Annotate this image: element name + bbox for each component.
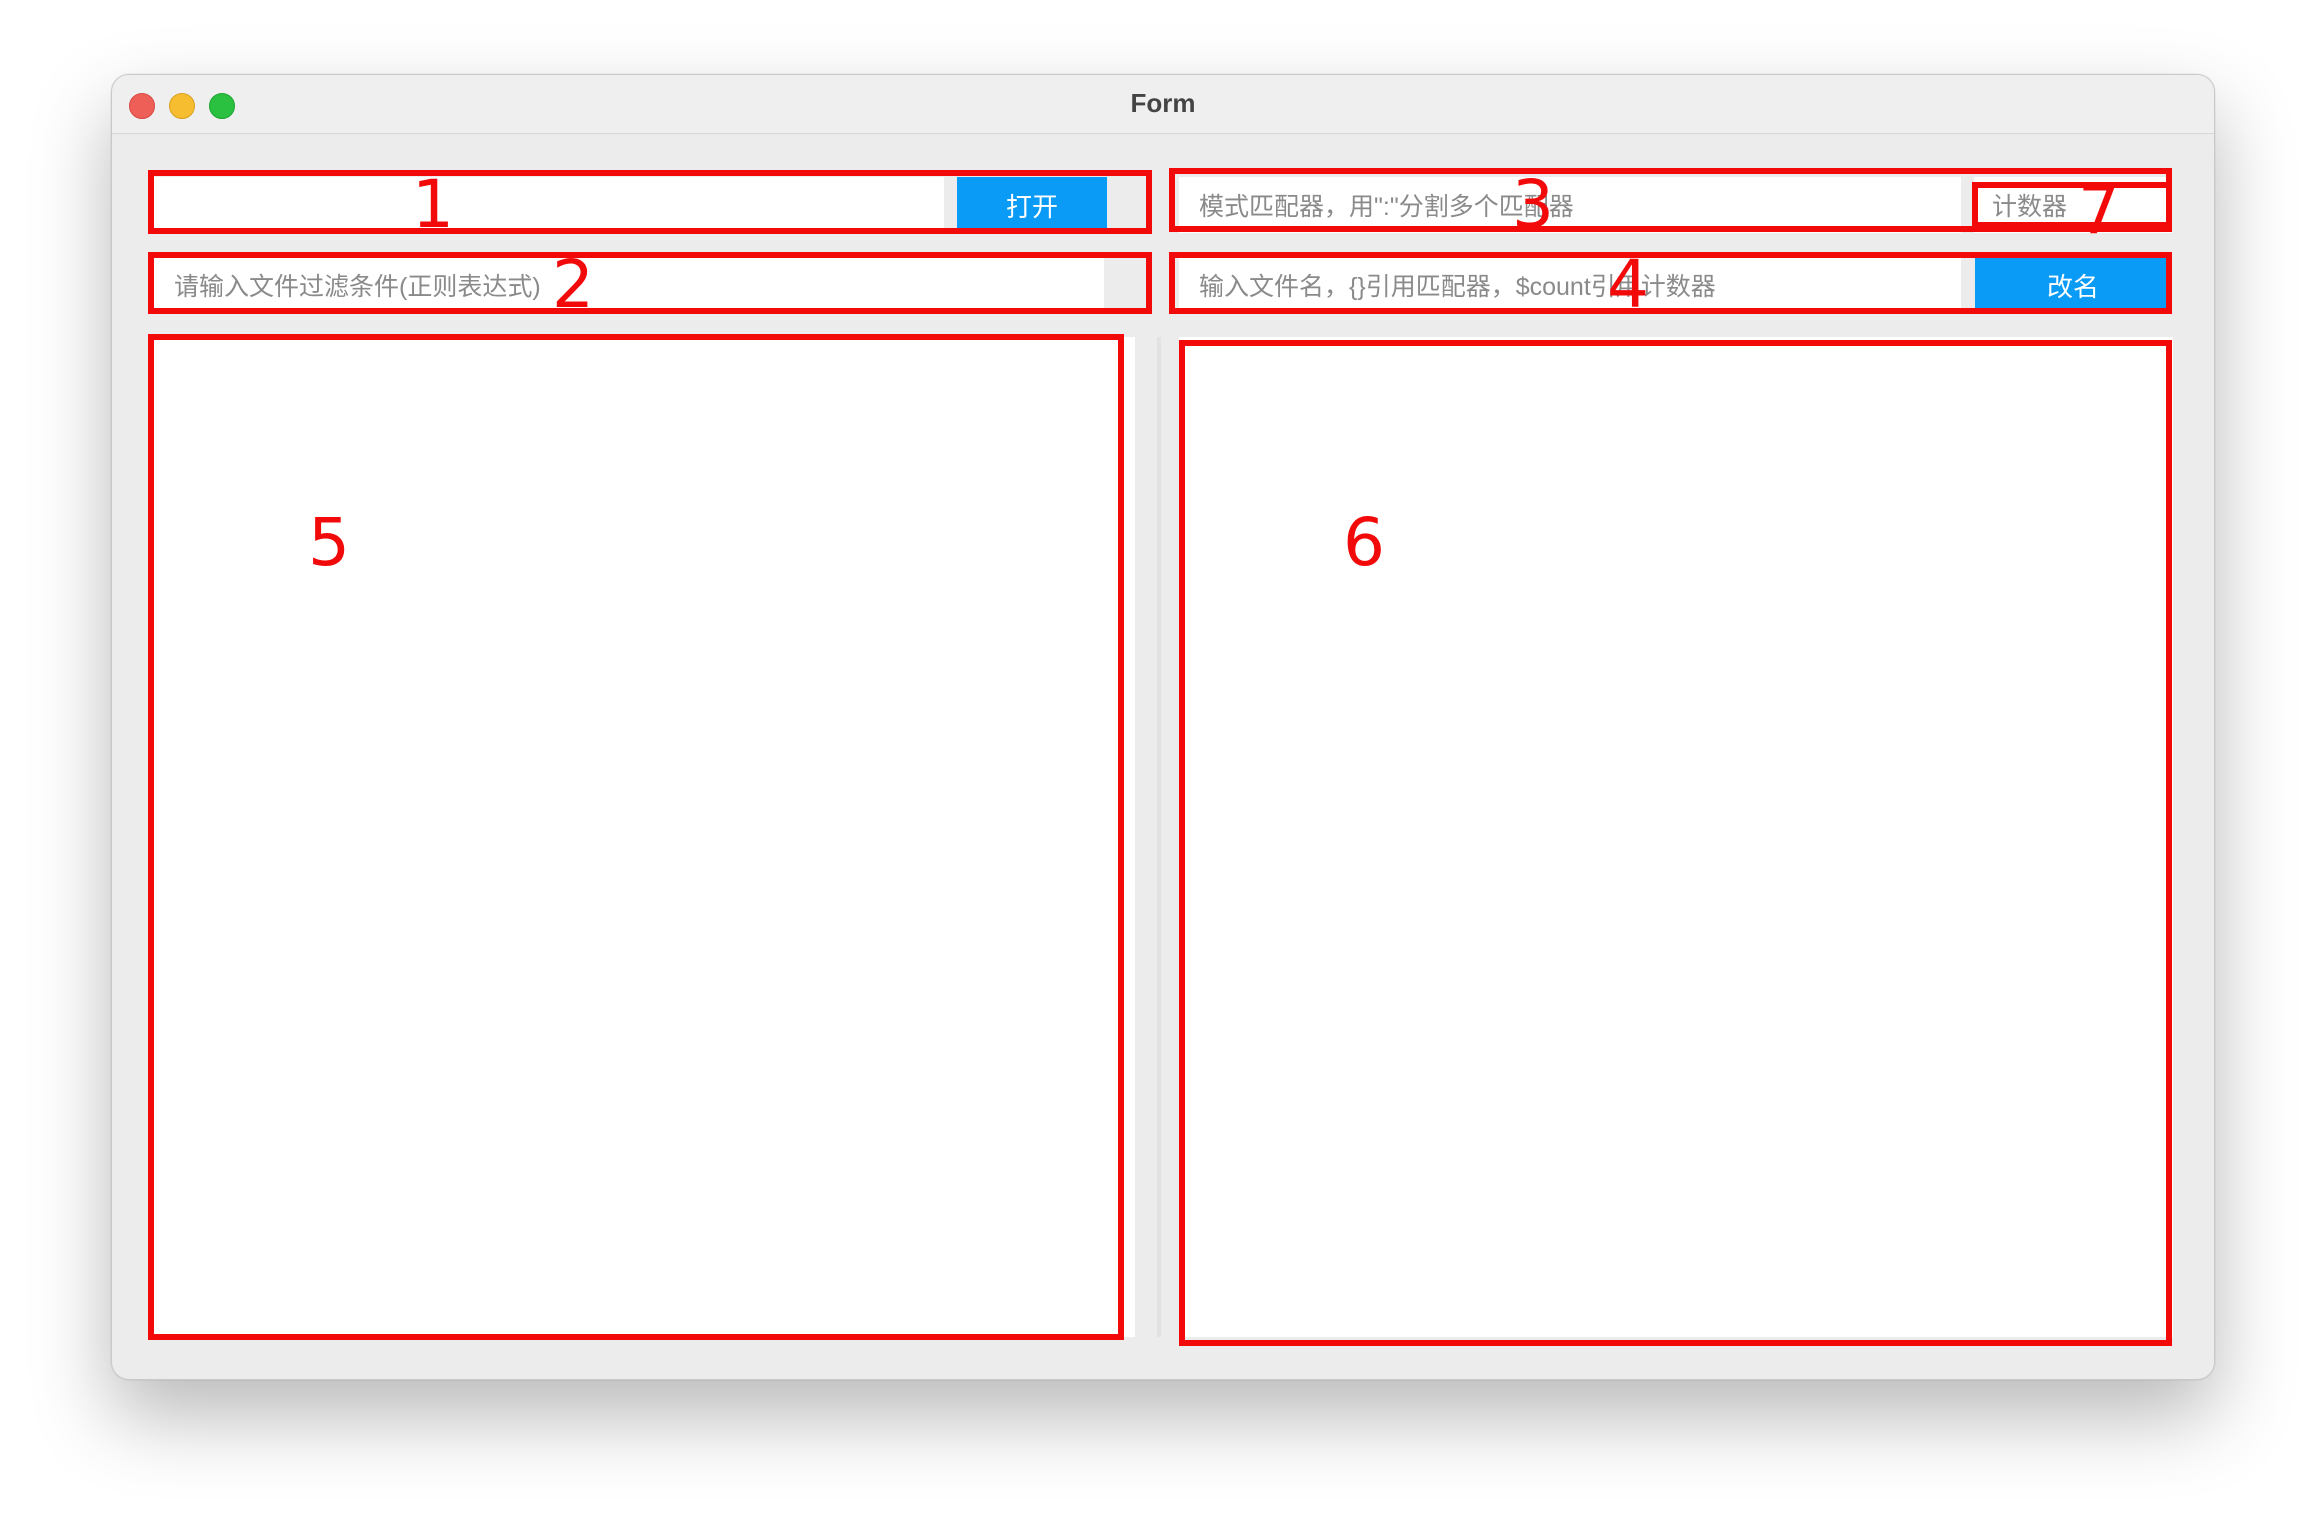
app-window: Form 打开 模式匹配器，用":"分割多个匹配器 计数器 请输入文件过滤条件(… xyxy=(111,74,2215,1380)
filter-input[interactable]: 请输入文件过滤条件(正则表达式) xyxy=(154,257,1104,313)
counter-input[interactable]: 计数器 xyxy=(1974,177,2172,233)
path-input[interactable] xyxy=(154,177,944,233)
open-button[interactable]: 打开 xyxy=(957,177,1107,233)
annotation-label-7: 7 xyxy=(2078,172,2120,249)
pane-splitter[interactable] xyxy=(1157,337,1161,1337)
annotation-label-3: 3 xyxy=(1512,166,1554,243)
source-file-list[interactable] xyxy=(154,337,1135,1337)
annotation-label-4: 4 xyxy=(1607,246,1649,323)
rename-pattern-input[interactable]: 输入文件名，{}引用匹配器，$count引用计数器 xyxy=(1179,257,1961,313)
annotation-label-5: 5 xyxy=(308,504,350,581)
annotation-label-6: 6 xyxy=(1343,504,1385,581)
rename-button[interactable]: 改名 xyxy=(1975,257,2171,313)
annotation-label-1: 1 xyxy=(412,166,454,243)
annotation-label-2: 2 xyxy=(552,246,594,323)
window-title: Form xyxy=(1130,88,1196,118)
pattern-matcher-input[interactable]: 模式匹配器，用":"分割多个匹配器 xyxy=(1179,177,1961,233)
title-bar: Form xyxy=(112,75,2214,134)
renamed-file-list[interactable] xyxy=(1179,337,2173,1337)
